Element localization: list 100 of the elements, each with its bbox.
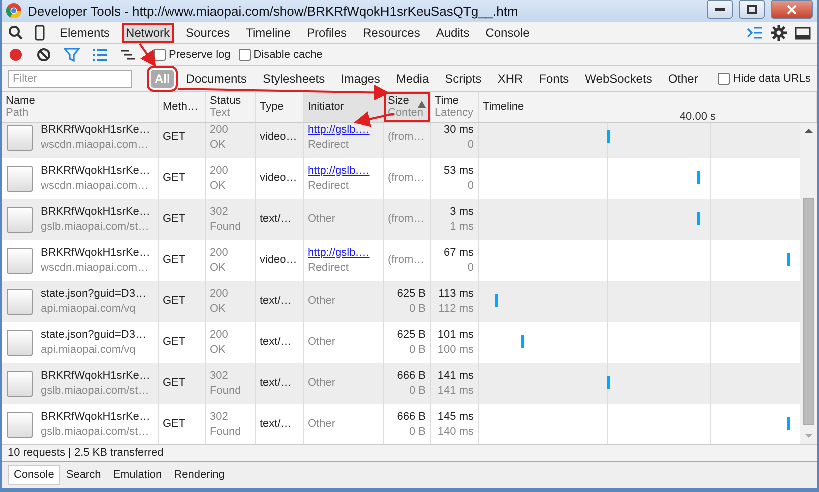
filter-icon[interactable] xyxy=(64,46,80,62)
type-filter[interactable]: Media xyxy=(392,70,434,88)
minimize-button[interactable] xyxy=(707,0,733,19)
request-path: gslb.miaopai.com/st… xyxy=(41,424,150,440)
type-filter[interactable]: Stylesheets xyxy=(259,70,330,88)
file-icon xyxy=(7,370,33,396)
status-code: 302 xyxy=(210,368,228,384)
file-icon xyxy=(7,288,33,314)
status-code: 302 xyxy=(210,204,228,220)
request-path: gslb.miaopai.com/st… xyxy=(41,384,150,398)
latency-value: 141 ms xyxy=(438,384,474,398)
status-code: 200 xyxy=(210,328,228,342)
type-filter[interactable]: Fonts xyxy=(535,70,574,88)
request-name: BRKRfWqokH1srKe… xyxy=(41,410,150,424)
request-name: BRKRfWqokH1srKe… xyxy=(41,123,150,138)
maximize-icon xyxy=(747,5,757,14)
column-header[interactable]: Status Text xyxy=(206,92,256,122)
minimize-icon xyxy=(715,8,725,12)
record-icon[interactable] xyxy=(8,46,24,62)
status-text: OK xyxy=(210,260,226,276)
request-path: wscdn.miaopai.com… xyxy=(41,178,150,194)
panel-tab[interactable]: Network xyxy=(122,22,174,42)
panel-tab[interactable]: Sources xyxy=(182,22,234,42)
close-button[interactable] xyxy=(771,0,813,19)
list-view-icon[interactable] xyxy=(92,46,108,62)
content-size: 0 B xyxy=(409,424,426,440)
drawer-tab[interactable]: Search xyxy=(60,465,108,485)
initiator-text: Other xyxy=(308,335,336,350)
initiator-link[interactable]: http://gslb.… xyxy=(308,123,370,138)
type-filter[interactable]: WebSockets xyxy=(581,70,656,88)
status-text: OK xyxy=(210,178,226,194)
initiator-text: Other xyxy=(308,376,336,391)
close-icon xyxy=(787,4,797,14)
drawer-tab[interactable]: Console xyxy=(8,465,60,485)
panel-tab[interactable]: Console xyxy=(482,22,534,42)
initiator-type: Redirect xyxy=(308,138,349,152)
type-filter[interactable]: Images xyxy=(337,70,384,88)
window-title: Developer Tools - http://www.miaopai.com/show/BRKRfWqokH1srKeuSasQTg__.htm xyxy=(28,4,520,18)
status-code: 302 xyxy=(210,410,228,424)
scrollbar[interactable] xyxy=(800,123,817,444)
size-value: 625 B xyxy=(397,328,426,342)
maximize-button[interactable] xyxy=(739,0,765,19)
status-text: OK xyxy=(210,138,226,152)
time-value: 141 ms xyxy=(438,368,474,384)
type-filter[interactable]: Other xyxy=(664,70,702,88)
time-value: 3 ms xyxy=(450,204,474,220)
latency-value: 0 xyxy=(468,178,474,194)
time-value: 101 ms xyxy=(438,328,474,342)
size-value: (from… xyxy=(388,171,425,186)
latency-value: 100 ms xyxy=(438,342,474,358)
status-text: OK xyxy=(210,342,226,358)
time-value: 53 ms xyxy=(444,164,474,178)
drawer-tab[interactable]: Rendering xyxy=(168,465,231,485)
status-code: 200 xyxy=(210,123,228,138)
clear-icon[interactable] xyxy=(36,46,52,62)
sort-arrow-icon xyxy=(418,101,426,108)
content-size: 0 B xyxy=(409,342,426,358)
panel-tab[interactable]: Elements xyxy=(56,22,114,42)
size-value: (from… xyxy=(388,212,425,227)
status-text: Found xyxy=(210,384,242,398)
filter-field[interactable]: Filter xyxy=(8,70,132,88)
time-value: 113 ms xyxy=(438,286,474,302)
request-path: wscdn.miaopai.com… xyxy=(41,138,150,152)
request-path: api.miaopai.com/vq xyxy=(41,342,137,358)
type-filter[interactable]: Scripts xyxy=(441,70,486,88)
panel-tab[interactable]: Timeline xyxy=(242,22,295,42)
dock-icon[interactable] xyxy=(795,24,811,40)
status-text: Found xyxy=(210,424,242,440)
browser-logo-icon xyxy=(6,3,22,19)
size-value: (from… xyxy=(388,130,425,145)
size-value: (from… xyxy=(388,253,425,268)
panel-tab[interactable]: Profiles xyxy=(302,22,351,42)
column-header[interactable]: Meth… xyxy=(159,92,206,122)
request-name: state.json?guid=D3… xyxy=(41,328,146,342)
file-icon xyxy=(7,124,33,150)
type-filter[interactable]: XHR xyxy=(494,70,528,88)
console-drawer-icon[interactable] xyxy=(747,24,763,40)
initiator-link[interactable]: http://gslb.… xyxy=(308,246,370,260)
file-icon xyxy=(7,248,33,274)
search-icon[interactable] xyxy=(8,24,24,40)
panel-tab[interactable]: Audits xyxy=(432,22,474,42)
initiator-text: Other xyxy=(308,417,336,432)
option-checkbox[interactable]: Preserve log xyxy=(154,48,231,60)
request-path: wscdn.miaopai.com… xyxy=(41,260,150,276)
option-checkbox[interactable]: Disable cache xyxy=(238,48,323,60)
panel-tab[interactable]: Resources xyxy=(359,22,424,42)
column-header[interactable]: Name Path xyxy=(2,92,159,122)
column-header[interactable]: Timeline 40.00 s xyxy=(479,92,817,122)
column-header[interactable]: Time Latency xyxy=(431,92,479,122)
type-filter[interactable]: Documents xyxy=(182,70,252,88)
time-value: 145 ms xyxy=(438,410,474,424)
drawer-tab[interactable]: Emulation xyxy=(107,465,168,485)
hide-data-urls-checkbox[interactable]: Hide data URLs xyxy=(718,72,811,84)
status-text: Found xyxy=(210,220,242,234)
initiator-type: Redirect xyxy=(308,260,349,276)
status-code: 200 xyxy=(210,286,228,302)
file-icon xyxy=(7,412,33,438)
initiator-link[interactable]: http://gslb.… xyxy=(308,164,370,178)
settings-icon[interactable] xyxy=(771,24,787,40)
column-header[interactable]: Size Conten xyxy=(384,92,431,122)
